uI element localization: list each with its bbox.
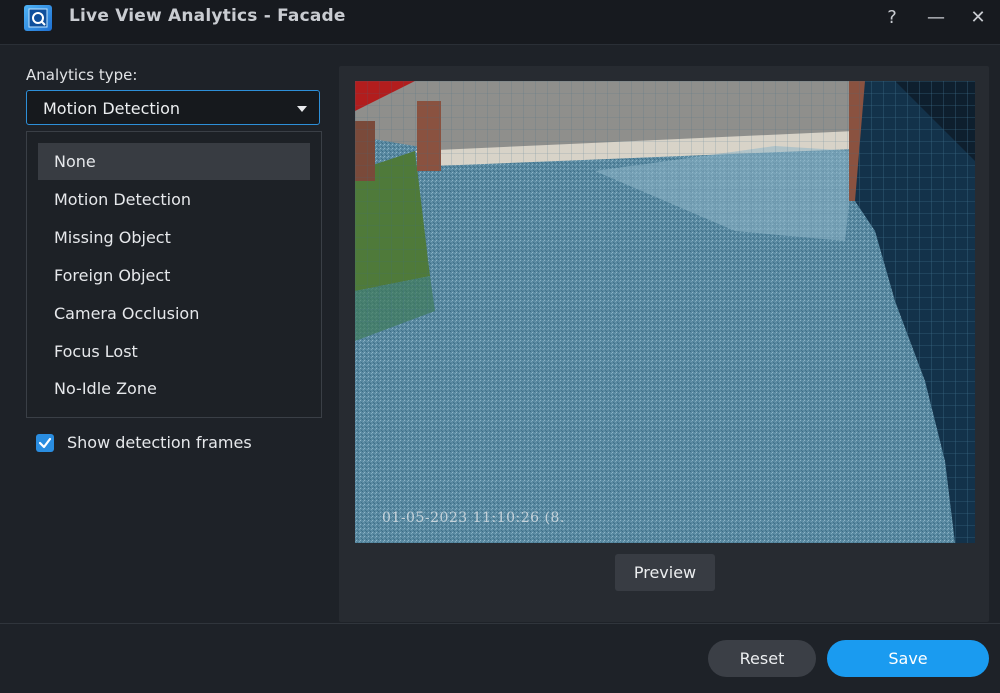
app-icon xyxy=(24,5,52,31)
close-button[interactable]: ✕ xyxy=(964,4,992,32)
reset-button[interactable]: Reset xyxy=(708,640,816,677)
analytics-type-dropdown: None Motion Detection Missing Object For… xyxy=(26,131,322,418)
analytics-type-label: Analytics type: xyxy=(26,66,138,84)
footer-bar: Reset Save xyxy=(0,623,1000,693)
camera-preview-image[interactable]: 01-05-2023 11:10:26 (8. xyxy=(355,81,975,543)
option-camera-occlusion[interactable]: Camera Occlusion xyxy=(38,295,310,332)
camera-scene xyxy=(355,81,975,543)
caret-down-icon xyxy=(297,106,307,112)
preview-panel: 01-05-2023 11:10:26 (8. Preview xyxy=(339,66,989,622)
option-none[interactable]: None xyxy=(38,143,310,180)
show-detection-frames-checkbox[interactable] xyxy=(36,434,54,452)
option-missing-object[interactable]: Missing Object xyxy=(38,219,310,256)
minimize-button[interactable]: — xyxy=(922,4,950,32)
save-button[interactable]: Save xyxy=(827,640,989,677)
help-button[interactable]: ? xyxy=(878,4,906,32)
option-foreign-object[interactable]: Foreign Object xyxy=(38,257,310,294)
analytics-window: Live View Analytics - Facade ? — ✕ Analy… xyxy=(0,0,1000,693)
analytics-type-select[interactable]: Motion Detection xyxy=(26,90,320,125)
window-title: Live View Analytics - Facade xyxy=(69,6,346,26)
option-focus-lost[interactable]: Focus Lost xyxy=(38,333,310,370)
analytics-type-value: Motion Detection xyxy=(43,99,181,118)
preview-button[interactable]: Preview xyxy=(615,554,715,591)
option-no-idle-zone[interactable]: No-Idle Zone xyxy=(38,370,310,407)
camera-timestamp: 01-05-2023 11:10:26 (8. xyxy=(382,510,565,526)
title-bar: Live View Analytics - Facade ? — ✕ xyxy=(0,0,1000,45)
show-detection-frames-label: Show detection frames xyxy=(67,433,252,452)
checkmark-icon xyxy=(38,437,52,449)
option-motion-detection[interactable]: Motion Detection xyxy=(38,181,310,218)
